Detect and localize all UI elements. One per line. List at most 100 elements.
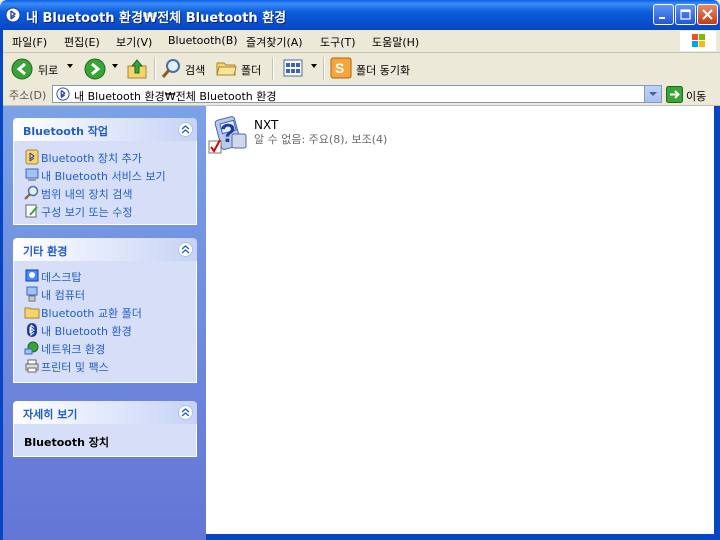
views-icon — [283, 59, 303, 77]
bluetooth-icon — [27, 323, 37, 337]
task-view-configuration[interactable]: 구성 보기 또는 수정 — [14, 202, 196, 220]
folder-sync-icon: S — [330, 57, 352, 79]
folders-button[interactable]: 폴더 — [214, 56, 266, 81]
forward-button[interactable] — [82, 56, 108, 81]
task-add-device[interactable]: Bluetooth 장치 추가 — [14, 148, 196, 166]
search-label: 검색 — [185, 64, 206, 77]
window-frame-right — [714, 106, 720, 540]
other-places-header[interactable]: 기타 환경 — [13, 238, 197, 261]
forward-dropdown-icon[interactable] — [112, 64, 118, 68]
place-my-bluetooth[interactable]: 내 Bluetooth 환경 — [14, 321, 196, 339]
collapse-button[interactable] — [178, 242, 193, 257]
bluetooth-tasks-header[interactable]: Bluetooth 작업 — [13, 118, 197, 141]
computer-icon — [26, 286, 38, 302]
search-icon — [24, 185, 39, 200]
add-bluetooth-device-icon — [25, 149, 39, 165]
explorer-window: 내 Bluetooth 환경₩전체 Bluetooth 환경 파일(F) 편집(… — [0, 0, 720, 540]
go-label: 이동 — [686, 90, 707, 103]
computer-services-icon — [25, 168, 39, 181]
task-pane: Bluetooth 작업 Bluetooth 장치 추가 내 Bluetooth… — [0, 106, 206, 540]
details-header[interactable]: 자세히 보기 — [13, 401, 197, 424]
place-network[interactable]: 네트워크 환경 — [14, 339, 196, 357]
windows-flag-icon — [692, 34, 705, 47]
content-pane: ? NXT 알 수 없음: 주요(8), 보조(4) — [206, 106, 714, 534]
go-arrow-icon — [666, 86, 683, 103]
place-desktop[interactable]: 데스크탑 — [14, 267, 196, 285]
address-value: 내 Bluetooth 환경₩전체 Bluetooth 환경 — [74, 90, 277, 103]
chevron-up-icon — [181, 408, 190, 417]
other-places-box: 기타 환경 데스크탑 내 컴퓨터 Bluetooth 교환 폴더 내 Bluet… — [13, 238, 197, 383]
search-icon — [161, 59, 180, 78]
up-folder-icon — [127, 59, 147, 79]
back-arrow-icon — [11, 58, 33, 80]
details-item-name: Bluetooth 장치 — [24, 436, 109, 449]
device-name: NXT — [254, 118, 279, 132]
desktop-icon — [25, 269, 39, 282]
close-icon — [702, 9, 713, 20]
toolbar-separator — [272, 57, 274, 80]
folder-sync-button[interactable]: S 폴더 동기화 — [329, 56, 419, 81]
back-dropdown-icon[interactable] — [67, 64, 73, 68]
chevron-up-icon — [181, 125, 190, 134]
bluetooth-tasks-title: Bluetooth 작업 — [23, 125, 108, 138]
toolbar-separator — [154, 57, 156, 80]
bluetooth-tasks-box: Bluetooth 작업 Bluetooth 장치 추가 내 Bluetooth… — [13, 118, 197, 225]
menu-tools[interactable]: 도구(T) — [320, 34, 356, 50]
task-view-services[interactable]: 내 Bluetooth 서비스 보기 — [14, 166, 196, 184]
details-body: Bluetooth 장치 — [13, 424, 197, 457]
place-exchange-folder[interactable]: Bluetooth 교환 폴더 — [14, 303, 196, 321]
task-search-devices[interactable]: 범위 내의 장치 검색 — [14, 184, 196, 202]
minimize-icon — [659, 17, 665, 19]
bluetooth-tasks-list: Bluetooth 장치 추가 내 Bluetooth 서비스 보기 범위 내의… — [13, 141, 197, 225]
unknown-device-icon: ? — [208, 116, 247, 154]
up-folder-button[interactable] — [124, 56, 150, 81]
details-title: 자세히 보기 — [23, 408, 78, 421]
views-button[interactable] — [280, 56, 306, 81]
address-bar: 주소(D) 내 Bluetooth 환경₩전체 Bluetooth 환경 이동 — [0, 84, 720, 106]
toolbar-separator — [323, 57, 325, 80]
chevron-up-icon — [181, 245, 190, 254]
folder-icon — [24, 307, 40, 319]
window-title: 내 Bluetooth 환경₩전체 Bluetooth 환경 — [26, 11, 287, 26]
back-button[interactable]: 뒤로 — [8, 56, 70, 81]
menu-view[interactable]: 보기(V) — [116, 34, 152, 50]
menu-help[interactable]: 도움말(H) — [372, 34, 419, 50]
address-field[interactable]: 내 Bluetooth 환경₩전체 Bluetooth 환경 — [52, 85, 662, 103]
configure-icon — [25, 204, 38, 218]
place-my-computer[interactable]: 내 컴퓨터 — [14, 285, 196, 303]
device-status: 알 수 없음: 주요(8), 보조(4) — [254, 133, 388, 146]
network-icon — [24, 341, 39, 355]
windows-logo — [680, 31, 716, 51]
maximize-icon — [680, 9, 691, 20]
other-places-title: 기타 환경 — [23, 245, 68, 258]
collapse-button[interactable] — [178, 405, 193, 420]
menu-file[interactable]: 파일(F) — [12, 34, 47, 50]
forward-arrow-icon — [84, 58, 106, 80]
address-dropdown-icon[interactable] — [644, 86, 661, 102]
folder-sync-label: 폴더 동기화 — [356, 64, 411, 77]
maximize-button[interactable] — [675, 4, 696, 25]
folders-label: 폴더 — [241, 64, 262, 77]
back-label: 뒤로 — [38, 64, 59, 77]
folder-icon — [216, 62, 237, 76]
close-button[interactable] — [697, 4, 718, 25]
window-frame-left — [0, 30, 3, 540]
device-item[interactable]: ? NXT 알 수 없음: 주요(8), 보조(4) — [206, 110, 506, 158]
menu-favorites[interactable]: 즐겨찾기(A) — [246, 34, 303, 50]
printer-icon — [25, 359, 39, 373]
bluetooth-places-icon — [56, 87, 70, 101]
place-printers-faxes[interactable]: 프린터 및 팩스 — [14, 357, 196, 375]
search-button[interactable]: 검색 — [160, 56, 210, 81]
details-box: 자세히 보기 Bluetooth 장치 — [13, 401, 197, 457]
menu-bar: 파일(F) 편집(E) 보기(V) Bluetooth(B) 즐겨찾기(A) 도… — [0, 30, 720, 53]
collapse-button[interactable] — [178, 122, 193, 137]
go-button[interactable]: 이동 — [666, 86, 718, 103]
title-bar[interactable]: 내 Bluetooth 환경₩전체 Bluetooth 환경 — [0, 0, 720, 30]
views-dropdown-icon[interactable] — [311, 64, 317, 68]
window-frame-bottom — [206, 534, 720, 540]
menu-edit[interactable]: 편집(E) — [64, 34, 100, 50]
svg-text:S: S — [335, 60, 344, 76]
menu-bluetooth[interactable]: Bluetooth(B) — [168, 34, 238, 47]
address-label: 주소(D) — [9, 89, 47, 102]
minimize-button[interactable] — [653, 4, 674, 25]
